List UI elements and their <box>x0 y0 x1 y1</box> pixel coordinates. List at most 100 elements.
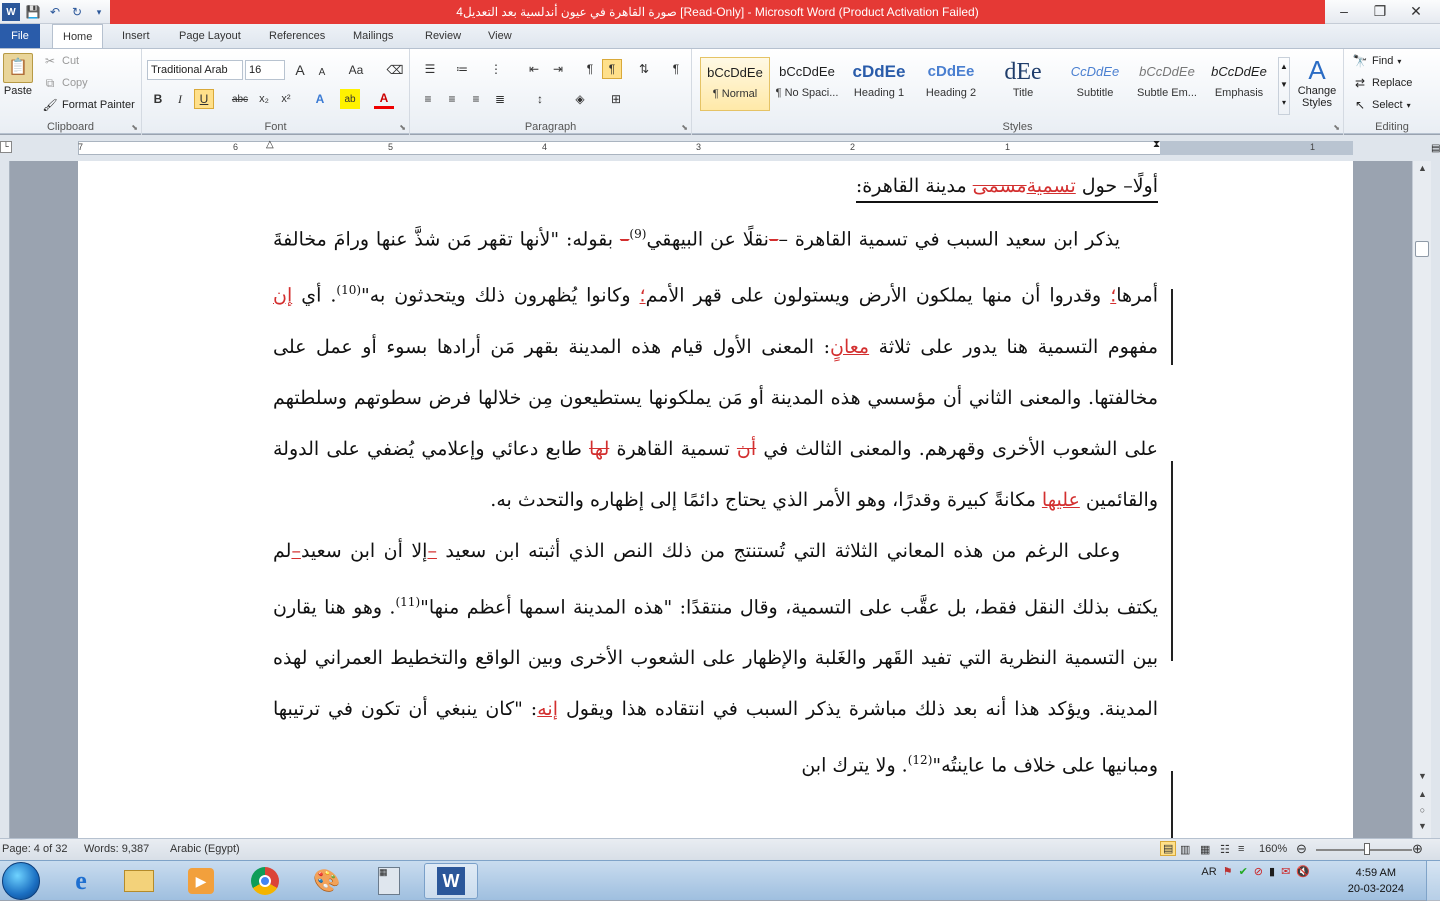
tab-view[interactable]: View <box>478 24 522 48</box>
tab-review[interactable]: Review <box>415 24 471 48</box>
dialog-launcher-icon[interactable]: ⬊ <box>681 123 688 132</box>
paste-button[interactable]: 📋 Paste <box>3 53 33 97</box>
grow-font-button[interactable]: A <box>290 60 310 80</box>
full-screen-reading-icon[interactable]: ▥ <box>1180 843 1190 856</box>
find-button[interactable]: 🔭 Find ▾ <box>1352 53 1402 69</box>
style-no-spacing[interactable]: bCcDdEe ¶ No Spaci... <box>772 57 842 111</box>
tab-references[interactable]: References <box>259 24 335 48</box>
indent-marker-icon[interactable]: △ <box>266 139 274 150</box>
line-spacing-icon[interactable]: ↕ <box>530 89 550 109</box>
outline-icon[interactable]: ☷ <box>1220 843 1230 856</box>
internet-explorer-icon[interactable]: e <box>54 863 108 899</box>
zoom-slider-thumb[interactable] <box>1364 843 1370 855</box>
style-subtitle[interactable]: CcDdEe Subtitle <box>1060 57 1130 111</box>
redo-icon[interactable]: ↻ <box>68 3 86 21</box>
minimize-button[interactable]: – <box>1326 0 1362 22</box>
superscript-button[interactable]: x² <box>276 89 296 109</box>
style-title[interactable]: dEe Title <box>988 57 1058 111</box>
font-color-button[interactable]: A <box>374 89 394 109</box>
format-painter-button[interactable]: 🖌 Format Painter <box>42 97 134 113</box>
save-icon[interactable]: 💾 <box>24 3 42 21</box>
tab-file[interactable]: File <box>0 24 40 48</box>
tab-insert[interactable]: Insert <box>112 24 160 48</box>
show-formatting-icon[interactable]: ¶ <box>666 59 686 79</box>
document-text[interactable]: أولًا– حول تسميةمسمى مدينة القاهرة: يذكر… <box>273 167 1158 791</box>
scroll-up-icon[interactable]: ▲ <box>1413 163 1432 173</box>
style-emphasis[interactable]: bCcDdEe Emphasis <box>1204 57 1274 111</box>
numbering-icon[interactable]: ≔ <box>452 59 472 79</box>
style-subtle-emphasis[interactable]: bCcDdEe Subtle Em... <box>1132 57 1202 111</box>
tray-icon[interactable]: ⊘ <box>1254 865 1263 878</box>
undo-icon[interactable]: ↶ <box>46 3 64 21</box>
sort-icon[interactable]: ⇅ <box>634 59 654 79</box>
dialog-launcher-icon[interactable]: ⬊ <box>131 123 138 132</box>
language-indicator[interactable]: Arabic (Egypt) <box>170 843 240 855</box>
align-left-icon[interactable]: ≡ <box>418 89 438 109</box>
tray-icon[interactable]: ✉ <box>1281 865 1290 878</box>
dialog-launcher-icon[interactable]: ⬊ <box>1333 123 1340 132</box>
clear-formatting-icon[interactable]: ⌫ <box>385 60 405 80</box>
footnote-ref[interactable]: (12) <box>908 753 933 767</box>
paint-icon[interactable]: 🎨 <box>300 863 354 899</box>
volume-icon[interactable]: 🔇 <box>1296 865 1310 878</box>
zoom-level[interactable]: 160% <box>1259 843 1287 855</box>
media-player-icon[interactable]: ▶ <box>174 863 228 899</box>
clock[interactable]: 4:59 AM 20-03-2024 <box>1348 865 1404 897</box>
font-size-combo[interactable]: 16 <box>245 60 285 80</box>
strikethrough-button[interactable]: abc <box>230 89 250 109</box>
chrome-icon[interactable] <box>238 863 292 899</box>
network-icon[interactable]: ▮ <box>1269 865 1275 878</box>
web-layout-icon[interactable]: ▦ <box>1200 843 1210 856</box>
increase-indent-icon[interactable]: ⇥ <box>548 59 568 79</box>
file-explorer-icon[interactable] <box>112 863 166 899</box>
tab-selector[interactable]: └ <box>0 141 12 153</box>
text-effects-icon[interactable]: A <box>310 89 330 109</box>
tray-icon[interactable]: ⚑ <box>1223 865 1233 878</box>
word-taskbar-icon[interactable]: W <box>424 863 478 899</box>
close-button[interactable]: ✕ <box>1398 0 1434 22</box>
style-normal[interactable]: bCcDdEe ¶ Normal <box>700 57 770 111</box>
replace-button[interactable]: ⇄ Replace <box>1352 75 1412 91</box>
horizontal-ruler[interactable]: 7 6 5 4 3 2 1 1 ⧗ △ <box>0 135 1440 161</box>
zoom-in-icon[interactable]: ⊕ <box>1412 841 1423 857</box>
align-center-icon[interactable]: ≡ <box>442 89 462 109</box>
rtl-icon[interactable]: ¶ <box>602 59 622 79</box>
calculator-icon[interactable]: ▦ <box>362 863 416 899</box>
select-button[interactable]: ↖ Select ▾ <box>1352 97 1411 113</box>
underline-button[interactable]: U <box>194 89 214 109</box>
tab-home[interactable]: Home <box>52 24 104 49</box>
shading-icon[interactable]: ◈ <box>570 89 590 109</box>
print-layout-icon[interactable]: ▤ <box>1160 841 1177 856</box>
zoom-out-icon[interactable]: ⊖ <box>1296 841 1307 857</box>
style-heading-1[interactable]: cDdEe Heading 1 <box>844 57 914 111</box>
word-count[interactable]: Words: 9,387 <box>84 843 149 855</box>
indent-marker-icon[interactable]: ⧗ <box>1153 139 1160 150</box>
borders-icon[interactable]: ⊞ <box>606 89 626 109</box>
footnote-ref[interactable]: (10) <box>336 283 361 297</box>
next-page-icon[interactable]: ▼ <box>1413 821 1432 831</box>
copy-button[interactable]: ⧉ Copy <box>42 75 88 91</box>
bold-button[interactable]: B <box>148 89 168 109</box>
tray-icon[interactable]: ✔ <box>1239 865 1248 878</box>
bullets-icon[interactable]: ☰ <box>420 59 440 79</box>
restore-button[interactable]: ❐ <box>1362 0 1398 22</box>
draft-icon[interactable]: ≡ <box>1238 843 1244 855</box>
vertical-scrollbar[interactable]: ▲ ▼ ▲ ○ ▼ <box>1412 161 1431 838</box>
start-button[interactable] <box>2 862 40 900</box>
style-heading-2[interactable]: cDdEe Heading 2 <box>916 57 986 111</box>
change-styles-button[interactable]: A Change Styles <box>1294 55 1340 109</box>
browse-object-icon[interactable]: ○ <box>1413 805 1432 815</box>
font-name-combo[interactable]: Traditional Arab <box>147 60 243 80</box>
align-right-icon[interactable]: ≡ <box>466 89 486 109</box>
multilevel-list-icon[interactable]: ⋮ <box>486 59 506 79</box>
tab-page-layout[interactable]: Page Layout <box>169 24 251 48</box>
page-count[interactable]: Page: 4 of 32 <box>2 843 67 855</box>
scroll-down-icon[interactable]: ▼ <box>1413 771 1432 781</box>
shrink-font-button[interactable]: A <box>312 62 332 82</box>
ltr-icon[interactable]: ¶ <box>580 59 600 79</box>
document-page[interactable]: أولًا– حول تسميةمسمى مدينة القاهرة: يذكر… <box>78 161 1353 838</box>
styles-scroll[interactable]: ▲ ▼ ▾ <box>1278 57 1290 115</box>
customize-qat-icon[interactable]: ▾ <box>90 3 108 21</box>
tab-mailings[interactable]: Mailings <box>343 24 403 48</box>
footnote-ref[interactable]: (11) <box>395 595 420 609</box>
